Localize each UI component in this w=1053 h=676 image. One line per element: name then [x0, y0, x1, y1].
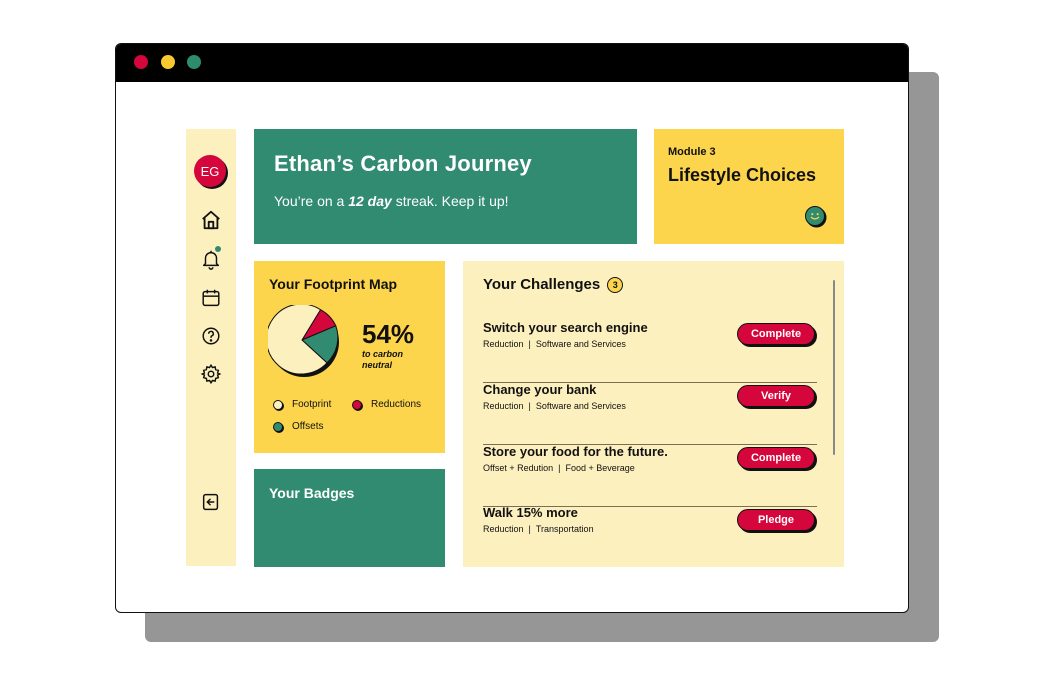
- footprint-title: Your Footprint Map: [269, 276, 398, 292]
- journey-title: Ethan’s Carbon Journey: [274, 151, 532, 176]
- challenges-title-text: Your Challenges: [483, 276, 601, 293]
- sidebar: EG: [186, 129, 236, 566]
- challenge-title: Change your bank: [483, 382, 597, 397]
- legend-dot-offsets: [273, 421, 283, 432]
- challenge-title: Walk 15% more: [483, 505, 578, 520]
- module-title: Lifestyle Choices: [668, 165, 817, 185]
- browser-window: EG Ethan’s Carbon Journey You’re on a 12…: [115, 43, 909, 613]
- challenge-area: Software and Services: [535, 401, 626, 411]
- streak-text: You’re on a 12 day streak. Keep it up!: [274, 193, 617, 209]
- legend-label-footprint: Footprint: [292, 399, 332, 410]
- streak-suffix: streak. Keep it up!: [391, 193, 509, 209]
- footprint-pie-chart: [268, 305, 339, 377]
- legend-offsets: Offsets: [273, 421, 324, 432]
- notification-dot: [215, 246, 221, 252]
- calendar-icon[interactable]: [200, 287, 222, 309]
- carbon-journey-card: Ethan’s Carbon Journey You’re on a 12 da…: [254, 129, 637, 244]
- challenges-scrollbar[interactable]: [833, 280, 835, 455]
- challenge-category: Reduction: [483, 524, 524, 534]
- neutral-caption: to carbon neutral: [362, 349, 404, 370]
- challenges-card: Your Challenges 3 Switch your search engi…: [463, 261, 844, 567]
- challenge-row: Switch your search engine Reduction | So…: [483, 320, 817, 383]
- challenges-title: Your Challenges 3: [483, 276, 824, 293]
- avatar[interactable]: EG: [194, 155, 226, 187]
- complete-button[interactable]: Complete: [737, 447, 815, 469]
- challenge-area: Food + Beverage: [565, 463, 635, 473]
- module-card[interactable]: Module 3 Lifestyle Choices: [654, 129, 844, 244]
- pledge-button[interactable]: Pledge: [737, 509, 815, 531]
- legend-dot-reductions: [352, 399, 362, 410]
- help-icon[interactable]: [200, 325, 222, 347]
- challenge-meta: Reduction | Software and Services: [483, 339, 626, 349]
- maximize-window-button[interactable]: [187, 55, 201, 69]
- challenge-category: Reduction: [483, 401, 524, 411]
- footprint-map-card: Your Footprint Map 54% to carbon neutral…: [254, 261, 445, 453]
- challenge-meta: Reduction | Transportation: [483, 524, 594, 534]
- challenge-row: Change your bank Reduction | Software an…: [483, 382, 817, 445]
- challenge-row: Store your food for the future. Offset +…: [483, 444, 817, 507]
- challenge-title: Switch your search engine: [483, 320, 648, 335]
- logout-icon[interactable]: [200, 491, 222, 513]
- close-window-button[interactable]: [134, 55, 148, 69]
- challenge-area: Software and Services: [535, 339, 626, 349]
- home-icon[interactable]: [200, 209, 222, 231]
- legend-dot-footprint: [273, 399, 283, 410]
- title-bar: [116, 44, 908, 82]
- challenge-category: Reduction: [483, 339, 524, 349]
- streak-value: 12 day: [348, 193, 392, 209]
- settings-icon[interactable]: [200, 363, 222, 385]
- challenge-title: Store your food for the future.: [483, 444, 668, 459]
- challenge-meta: Reduction | Software and Services: [483, 401, 626, 411]
- streak-prefix: You’re on a: [274, 193, 349, 209]
- legend-label-reductions: Reductions: [371, 399, 422, 410]
- legend-footprint: Footprint: [273, 399, 331, 410]
- legend-label-offsets: Offsets: [292, 421, 324, 432]
- module-label: Module 3: [668, 146, 716, 158]
- challenges-count-badge: 3: [607, 276, 624, 293]
- minimize-window-button[interactable]: [161, 55, 175, 69]
- badges-title: Your Badges: [269, 485, 355, 501]
- challenge-meta: Offset + Redution | Food + Beverage: [483, 463, 635, 473]
- complete-button[interactable]: Complete: [737, 323, 815, 345]
- smiley-icon: [805, 206, 825, 226]
- challenge-row: Walk 15% more Reduction | Transportation…: [483, 505, 817, 567]
- neutral-percent: 54%: [362, 319, 415, 349]
- legend-reductions: Reductions: [352, 399, 421, 410]
- verify-button[interactable]: Verify: [737, 385, 815, 407]
- challenge-category: Offset + Redution: [483, 463, 554, 473]
- badges-card[interactable]: Your Badges: [254, 469, 445, 567]
- challenge-area: Transportation: [535, 524, 594, 534]
